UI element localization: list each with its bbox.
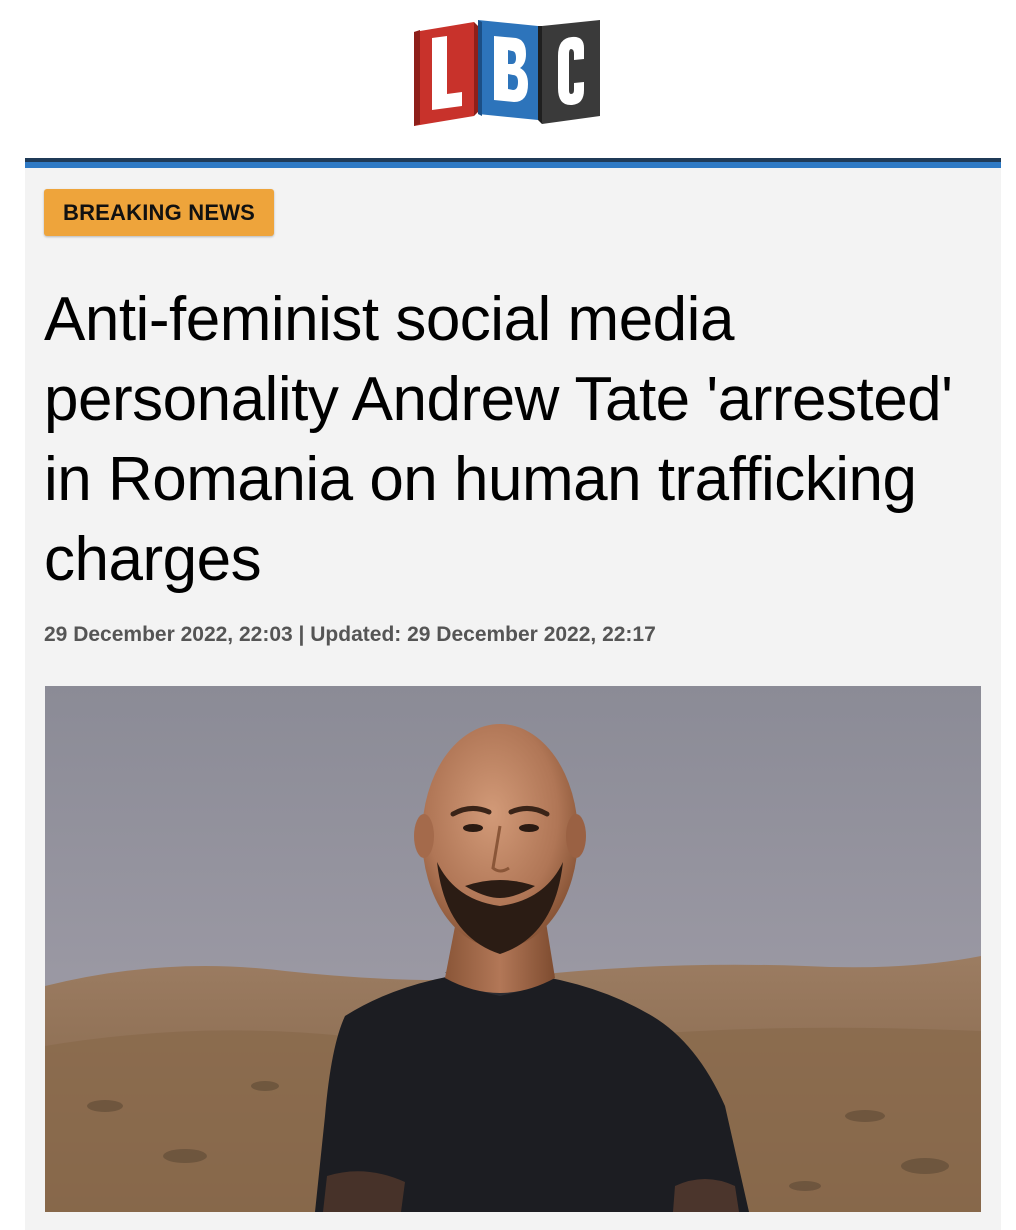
hero-image[interactable] [45, 686, 981, 1212]
updated-label: Updated: [310, 623, 402, 646]
hero-photo [45, 686, 981, 1212]
article-page: L B C BREAKING NEWS Anti-femi [0, 0, 1016, 1230]
dateline-separator: | [298, 623, 305, 646]
published-date: 29 December 2022, 22:03 [44, 623, 293, 646]
lbc-logo-graphic [414, 20, 600, 126]
updated-date: 29 December 2022, 22:17 [407, 623, 656, 646]
article-card: BREAKING NEWS Anti-feminist social media… [25, 168, 1001, 1230]
article-dateline: 29 December 2022, 22:03 | Updated: 29 De… [44, 622, 656, 648]
masthead: L B C [0, 0, 1016, 158]
article-headline: Anti-feminist social media personality A… [44, 285, 953, 594]
lbc-logo[interactable]: L B C [412, 16, 602, 130]
breaking-news-badge[interactable]: BREAKING NEWS [44, 189, 275, 236]
